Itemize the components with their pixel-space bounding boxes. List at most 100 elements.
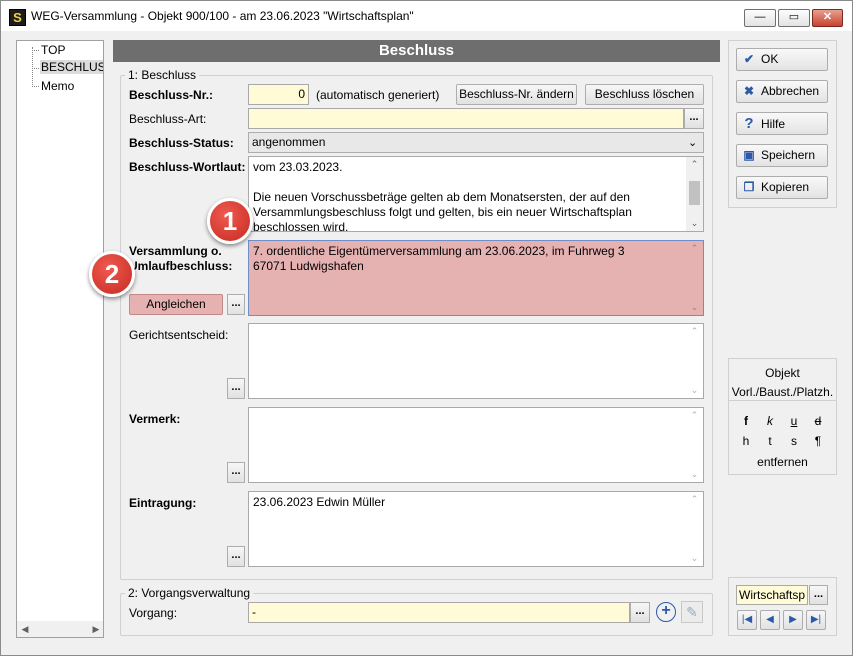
tree-item-memo[interactable]: Memo [41,79,74,93]
strikethrough-format-button[interactable]: d [806,414,830,428]
underline-format-button[interactable]: u [782,414,806,428]
question-icon: ? [744,115,754,132]
chevron-down-icon[interactable]: ⌄ [688,136,697,149]
scroll-up-icon[interactable]: ⌃ [686,159,703,170]
text-line [253,175,685,190]
scroll-up-icon[interactable]: ⌃ [686,494,703,505]
versammlung-textarea[interactable]: 7. ordentliche Eigentümerversammlung am … [248,240,704,316]
copy-label: Kopieren [761,180,810,194]
versammlung-text: 7. ordentliche Eigentümerversammlung am … [253,244,685,274]
eintragung-scrollbar[interactable]: ⌃ ⌄ [686,492,703,566]
step-badge-1: 1 [207,198,253,244]
ok-button[interactable]: ✔ OK [736,48,828,71]
close-button[interactable]: ✕ [812,9,843,27]
last-record-icon[interactable]: ▶| [806,610,826,630]
scroll-down-icon[interactable]: ⌄ [686,218,703,229]
beschluss-status-select[interactable]: angenommen [248,132,704,153]
save-button[interactable]: ▣ Speichern [736,144,828,167]
beschluss-nr-field[interactable]: 0 [248,84,309,105]
small-format-button[interactable]: s [782,434,806,448]
help-button[interactable]: ? Hilfe [736,112,828,135]
scroll-thumb[interactable] [689,181,700,205]
beschluss-nr-label: Beschluss-Nr.: [129,88,214,102]
window-title: WEG-Versammlung - Objekt 900/100 - am 23… [31,9,414,23]
remove-format-button[interactable]: entfernen [728,455,837,469]
vermerk-lookup-button[interactable]: ... [227,462,245,483]
objekt-button[interactable]: Objekt [728,366,837,380]
beschluss-art-label: Beschluss-Art: [129,112,207,126]
maximize-button[interactable]: ▭ [778,9,810,27]
beschluss-status-label: Beschluss-Status: [129,136,234,150]
ok-label: OK [761,52,779,66]
tree-item-top[interactable]: TOP [41,43,65,57]
save-label: Speichern [761,148,816,162]
next-record-icon[interactable]: ▶ [783,610,803,630]
italic-format-button[interactable]: k [758,414,782,428]
close-icon: ✕ [822,11,833,23]
beschluss-art-field[interactable] [248,108,684,129]
copy-button[interactable]: ❐ Kopieren [736,176,828,199]
paragraph-format-button[interactable]: ¶ [806,434,830,448]
gerichtsentscheid-textarea[interactable]: ⌃ ⌄ [248,323,704,399]
first-record-icon[interactable]: |◀ [737,610,757,630]
vorgang-label: Vorgang: [129,606,178,620]
check-icon: ✔ [743,52,755,66]
previous-record-icon[interactable]: ◀ [760,610,780,630]
gerichtsentscheid-label: Gerichtsentscheid: [129,328,229,342]
low-format-button[interactable]: t [758,434,782,448]
versammlung-lookup-button[interactable]: ... [227,294,245,315]
tree-connector [32,47,33,87]
vorgangsverwaltung-legend: 2: Vorgangsverwaltung [125,586,254,600]
tree-connector [32,50,39,51]
scroll-up-icon[interactable]: ⌃ [686,243,703,254]
add-vorgang-icon[interactable]: + [656,602,676,622]
eintragung-textarea[interactable]: 23.06.2023 Edwin Müller ⌃ ⌄ [248,491,704,567]
help-label: Hilfe [761,117,786,131]
scroll-down-icon[interactable]: ⌄ [686,469,703,480]
vermerk-scrollbar[interactable]: ⌃ ⌄ [686,408,703,482]
text-line: beschlossen wird. [253,220,349,232]
beschluss-nr-note: (automatisch generiert) [316,88,440,102]
vorbau-button[interactable]: Vorl./Baust./Platzh. [728,385,837,399]
scroll-down-icon[interactable]: ⌄ [686,553,703,564]
scroll-right-icon[interactable]: ▶ [91,624,101,635]
minimize-icon: — [754,11,766,23]
beschluss-wortlaut-textarea[interactable]: vom 23.03.2023. Die neuen Vorschussbeträ… [248,156,704,232]
text-line: Die neuen Vorschussbeträge gelten ab dem… [253,190,630,204]
versammlung-scrollbar[interactable]: ⌃ ⌄ [686,241,703,315]
beschluss-group-legend: 1: Beschluss [125,68,200,82]
delete-beschluss-button[interactable]: Beschluss löschen [585,84,704,105]
scroll-up-icon[interactable]: ⌃ [686,326,703,337]
angleichen-button[interactable]: Angleichen [129,294,223,315]
eintragung-lookup-button[interactable]: ... [227,546,245,567]
eintragung-text: 23.06.2023 Edwin Müller [253,495,386,509]
bold-format-button[interactable]: f [734,414,758,428]
gerichtsentscheid-lookup-button[interactable]: ... [227,378,245,399]
minimize-button[interactable]: — [744,9,776,27]
scroll-down-icon[interactable]: ⌄ [686,385,703,396]
vermerk-textarea[interactable]: ⌃ ⌄ [248,407,704,483]
scroll-up-icon[interactable]: ⌃ [686,410,703,421]
umlaufbeschluss-label: Umlaufbeschluss: [129,259,233,273]
navigator-field[interactable]: Wirtschaftsp [736,585,808,605]
versammlung-label: Versammlung o. [129,244,222,258]
copy-icon: ❐ [743,180,755,194]
gerichtsentscheid-scrollbar[interactable]: ⌃ ⌄ [686,324,703,398]
eintragung-label: Eintragung: [129,496,197,510]
vorgang-lookup-button[interactable]: ... [630,602,650,623]
tree-connector [32,86,39,87]
scroll-down-icon[interactable]: ⌄ [686,302,703,313]
tree-item-beschluss[interactable]: BESCHLUSS [40,60,103,74]
app-logo-icon: S [9,9,26,26]
cancel-button[interactable]: ✖ Abbrechen [736,80,828,103]
wortlaut-scrollbar[interactable]: ⌃ ⌄ [686,157,703,231]
beschluss-art-lookup-button[interactable]: ... [684,108,704,129]
text-line: vom 23.03.2023. [253,160,343,174]
edit-pencil-icon[interactable]: ✎ [681,601,703,623]
navigator-lookup-button[interactable]: ... [809,585,828,605]
vorgang-field[interactable]: - [248,602,630,623]
text-line: Versammlungsbeschluss folgt und gelten, … [253,205,632,219]
change-beschluss-nr-button[interactable]: Beschluss-Nr. ändern [456,84,577,105]
high-format-button[interactable]: h [734,434,758,448]
scroll-left-icon[interactable]: ◀ [20,624,30,635]
